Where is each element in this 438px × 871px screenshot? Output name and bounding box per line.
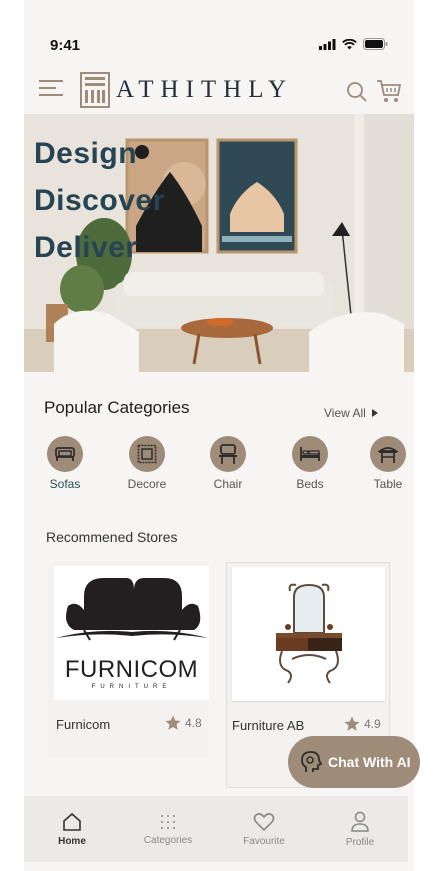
hero-line-discover: Discover	[34, 184, 165, 217]
brand-logo[interactable]: ATHITHLY	[80, 72, 293, 108]
search-icon[interactable]	[346, 81, 368, 103]
status-time: 9:41	[50, 37, 81, 54]
logo-mark-icon	[80, 72, 110, 108]
brand-name: ATHITHLY	[116, 76, 294, 103]
rating-value: 4.9	[364, 717, 381, 731]
chair-icon	[210, 436, 246, 472]
hero-line-deliver: Deliver	[34, 231, 138, 264]
categories-title: Popular Categories	[44, 398, 190, 417]
view-all-link[interactable]: View All	[324, 406, 378, 420]
dressing-table-image	[232, 567, 385, 701]
app-header: ATHITHLY	[24, 64, 414, 114]
category-label: Beds	[296, 477, 324, 491]
bed-icon	[292, 436, 328, 472]
signal-icon	[319, 38, 336, 50]
nav-label: Favourite	[243, 835, 285, 847]
rating-value: 4.8	[185, 716, 202, 730]
ai-head-icon	[301, 751, 322, 772]
play-arrow-icon	[371, 409, 378, 417]
nav-profile[interactable]: Profile	[312, 796, 408, 862]
battery-icon	[363, 38, 388, 50]
hero-tagline: Design Discover Deliver	[34, 130, 165, 271]
category-label: Decore	[127, 477, 167, 491]
store-rating: 4.9	[343, 715, 381, 733]
chat-with-ai-button[interactable]: Chat With AI	[288, 736, 420, 788]
category-table[interactable]: Table	[358, 436, 418, 491]
home-icon	[63, 812, 81, 831]
nav-favourite[interactable]: Favourite	[216, 796, 312, 862]
sofa-icon	[47, 436, 83, 472]
nav-label: Profile	[345, 836, 375, 848]
profile-icon	[351, 811, 369, 832]
cart-icon[interactable]	[376, 78, 402, 104]
store-card-furnicom[interactable]: FURNICOM FURNITURE Furnicom 4.8	[48, 562, 209, 758]
wifi-icon	[342, 38, 357, 49]
star-icon	[344, 716, 360, 731]
status-icons	[319, 38, 388, 50]
app-screen: 9:41 ATHITHLY Design Discover Deliver Po…	[24, 0, 420, 871]
nav-home[interactable]: Home	[24, 796, 120, 862]
table-icon	[370, 436, 406, 472]
category-label: Sofas	[49, 477, 81, 491]
stores-title: Recommened Stores	[46, 529, 178, 545]
status-bar: 9:41	[24, 0, 414, 64]
category-sofas[interactable]: Sofas	[35, 436, 95, 491]
heart-icon	[253, 812, 275, 831]
nav-categories[interactable]: Categories	[120, 796, 216, 862]
category-label: Chair	[213, 477, 243, 491]
hero-line-design: Design	[34, 137, 138, 170]
store-name: Furnicom	[56, 717, 111, 732]
frame-icon	[129, 436, 165, 472]
bottom-navigation: Home Categories Favourite Profile	[24, 796, 408, 862]
category-label: Table	[373, 477, 403, 491]
furnicom-wordmark: FURNICOM	[64, 656, 199, 683]
nav-label: Categories	[143, 834, 193, 846]
category-chair[interactable]: Chair	[198, 436, 258, 491]
chat-label: Chat With AI	[328, 754, 411, 770]
grid-icon	[161, 814, 175, 829]
category-beds[interactable]: Beds	[280, 436, 340, 491]
hero-banner[interactable]: Design Discover Deliver	[24, 114, 414, 372]
store-logo-furnicom: FURNICOM FURNITURE	[54, 566, 209, 700]
star-icon	[165, 715, 181, 730]
store-rating: 4.8	[164, 714, 202, 732]
nav-label: Home	[58, 835, 86, 847]
store-name: Furniture AB	[232, 718, 305, 733]
store-image-furniture-ab	[232, 567, 385, 701]
category-decore[interactable]: Decore	[117, 436, 177, 491]
view-all-label: View All	[324, 406, 366, 420]
menu-icon[interactable]	[38, 78, 64, 98]
popular-categories: Popular Categories View All Sofas Decore…	[24, 386, 414, 498]
furnicom-subtitle: FURNITURE	[91, 684, 172, 690]
